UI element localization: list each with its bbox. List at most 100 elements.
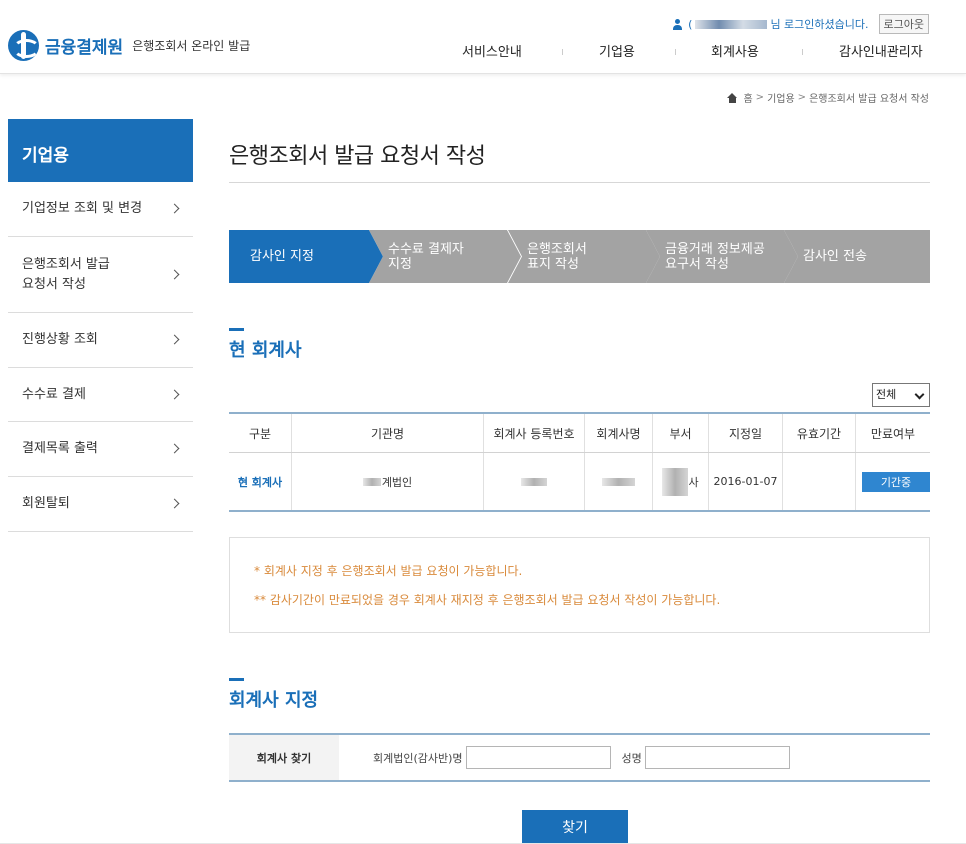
breadcrumb-separator: >	[797, 92, 807, 103]
col-date: 지정일	[709, 414, 783, 452]
chevron-right-icon	[169, 269, 180, 279]
chevron-right-icon	[169, 334, 180, 345]
cell-org: 계법인	[292, 453, 484, 510]
filter-selected-value: 전체	[876, 388, 897, 401]
masked-username	[695, 19, 768, 29]
accountant-search-form: 회계사 찾기 회계법인(감사반)명 성명	[229, 733, 930, 782]
login-status: ( 님 로그인하셨습니다.	[688, 16, 868, 32]
notice-line-1: * 회계사 지정 후 은행조회서 발급 요청이 가능합니다.	[254, 564, 523, 578]
col-type: 구분	[229, 414, 292, 452]
breadcrumb: 홈 > 기업용 > 은행조회서 발급 요청서 작성	[727, 90, 929, 105]
sidebar-item-label: 진행상황 조회	[22, 332, 98, 347]
chevron-right-icon	[169, 443, 180, 454]
user-suffix: 님 로그인하셨습니다.	[770, 18, 869, 31]
firm-name-label: 회계법인(감사반)명	[373, 751, 463, 765]
logout-button[interactable]: 로그아웃	[878, 14, 929, 34]
cell-dept: 사	[653, 453, 709, 510]
col-dept: 부서	[653, 414, 709, 452]
search-label: 회계사 찾기	[229, 735, 339, 780]
step-5: 감사인 전송	[784, 230, 930, 283]
user-icon	[672, 18, 683, 30]
step-2: 수수료 결제자 지정	[369, 230, 521, 283]
firm-name-input[interactable]	[465, 746, 611, 769]
sidebar-item-label: 결제목록 출력	[22, 441, 98, 456]
step-4: 금융거래 정보제공 요구서 작성	[646, 230, 798, 283]
chevron-right-icon	[169, 389, 180, 399]
chevron-right-icon	[169, 498, 180, 509]
section-marker	[229, 678, 244, 681]
filter-select[interactable]: 전체	[872, 383, 930, 407]
sidebar-item-payment-list[interactable]: 결제목록 출력	[8, 422, 193, 477]
step-label: 감사인 전송	[803, 249, 867, 264]
step-label: 수수료 결제자 지정	[388, 241, 464, 272]
step-label: 금융거래 정보제공 요구서 작성	[665, 241, 765, 272]
sidebar-menu: 기업정보 조회 및 변경 은행조회서 발급 요청서 작성 진행상황 조회 수수료…	[8, 182, 193, 532]
sidebar-item-progress[interactable]: 진행상황 조회	[8, 313, 193, 368]
sidebar-title: 기업용	[8, 119, 193, 182]
sidebar-item-withdraw[interactable]: 회원탈퇴	[8, 477, 193, 532]
sidebar-item-label: 회원탈퇴	[22, 496, 70, 511]
page-title: 은행조회서 발급 요청서 작성	[229, 144, 486, 169]
person-name-input[interactable]	[644, 746, 790, 769]
title-divider	[229, 182, 930, 183]
sidebar-item-fee-payment[interactable]: 수수료 결제	[8, 368, 193, 422]
chevron-down-icon	[914, 389, 925, 400]
gnb-divider	[562, 49, 563, 55]
section-title-current: 현 회계사	[229, 340, 302, 361]
home-icon[interactable]	[727, 92, 738, 103]
breadcrumb-separator: >	[755, 92, 765, 103]
search-button[interactable]: 찾기	[522, 810, 628, 844]
kftc-logo-icon	[8, 30, 39, 61]
col-reg-no: 회계사 등록번호	[484, 414, 585, 452]
table-header-row: 구분 기관명 회계사 등록번호 회계사명 부서 지정일 유효기간 만료여부	[229, 414, 930, 453]
global-nav: 서비스안내 기업용 회계사용 감사인내관리자	[462, 41, 930, 60]
progress-steps: 감사인 지정 수수료 결제자 지정 은행조회서 표지 작성 금융거래 정보제공 …	[229, 230, 930, 283]
accountant-table: 구분 기관명 회계사 등록번호 회계사명 부서 지정일 유효기간 만료여부 현 …	[229, 412, 930, 512]
logo-name: 금융결제원	[45, 38, 124, 58]
gnb-accountant[interactable]: 회계사용	[711, 41, 759, 60]
col-valid: 유효기간	[783, 414, 856, 452]
chevron-right-icon	[169, 203, 180, 214]
site-header: 금융결제원 은행조회서 온라인 발급 ( 님 로그인하셨습니다. 로그아웃 서비…	[0, 0, 966, 74]
cell-reg-no	[484, 453, 585, 510]
breadcrumb-current: 은행조회서 발급 요청서 작성	[809, 94, 929, 105]
cell-status: 기간중	[856, 453, 930, 510]
gnb-service-info[interactable]: 서비스안내	[462, 41, 522, 60]
gnb-divider	[802, 49, 803, 55]
site-logo[interactable]: 금융결제원 은행조회서 온라인 발급	[8, 30, 250, 61]
cell-type: 현 회계사	[229, 453, 292, 510]
gnb-auditor-admin[interactable]: 감사인내관리자	[839, 41, 923, 60]
gnb-corporate[interactable]: 기업용	[599, 41, 635, 60]
logo-subtitle: 은행조회서 온라인 발급	[132, 39, 251, 53]
notice-box: * 회계사 지정 후 은행조회서 발급 요청이 가능합니다. ** 감사기간이 …	[229, 537, 930, 633]
section-title-assign: 회계사 지정	[229, 690, 319, 711]
sidebar-item-label: 기업정보 조회 및 변경	[22, 201, 143, 216]
masked-text	[362, 477, 381, 486]
masked-text	[602, 477, 635, 486]
step-label: 감사인 지정	[250, 249, 314, 264]
breadcrumb-corporate[interactable]: 기업용	[767, 90, 795, 105]
cell-date: 2016-01-07	[709, 453, 783, 510]
col-org: 기관명	[292, 414, 484, 452]
breadcrumb-home[interactable]: 홈	[743, 90, 752, 105]
masked-text	[521, 477, 547, 486]
step-3: 은행조회서 표지 작성	[508, 230, 660, 283]
table-row: 현 회계사 계법인 사 2016-01-07 기간중	[229, 453, 930, 510]
step-label: 은행조회서 표지 작성	[527, 241, 587, 272]
sidebar-item-label: 은행조회서 발급 요청서 작성	[22, 256, 110, 292]
user-prefix: (	[688, 17, 693, 31]
section-marker	[229, 328, 244, 331]
step-1: 감사인 지정	[229, 230, 383, 283]
col-name: 회계사명	[585, 414, 653, 452]
person-name-label: 성명	[621, 751, 642, 765]
user-bar: ( 님 로그인하셨습니다. 로그아웃	[672, 14, 929, 34]
notice-line-2: ** 감사기간이 만료되었을 경우 회계사 재지정 후 은행조회서 발급 요청서…	[254, 593, 721, 607]
sidebar-item-company-info[interactable]: 기업정보 조회 및 변경	[8, 182, 193, 237]
gnb-divider	[675, 49, 676, 55]
cell-valid	[783, 453, 856, 510]
col-status: 만료여부	[870, 426, 916, 441]
masked-text	[662, 467, 689, 496]
sidebar-item-request-form[interactable]: 은행조회서 발급 요청서 작성	[8, 237, 193, 313]
status-button[interactable]: 기간중	[862, 471, 930, 492]
cell-name	[585, 453, 653, 510]
